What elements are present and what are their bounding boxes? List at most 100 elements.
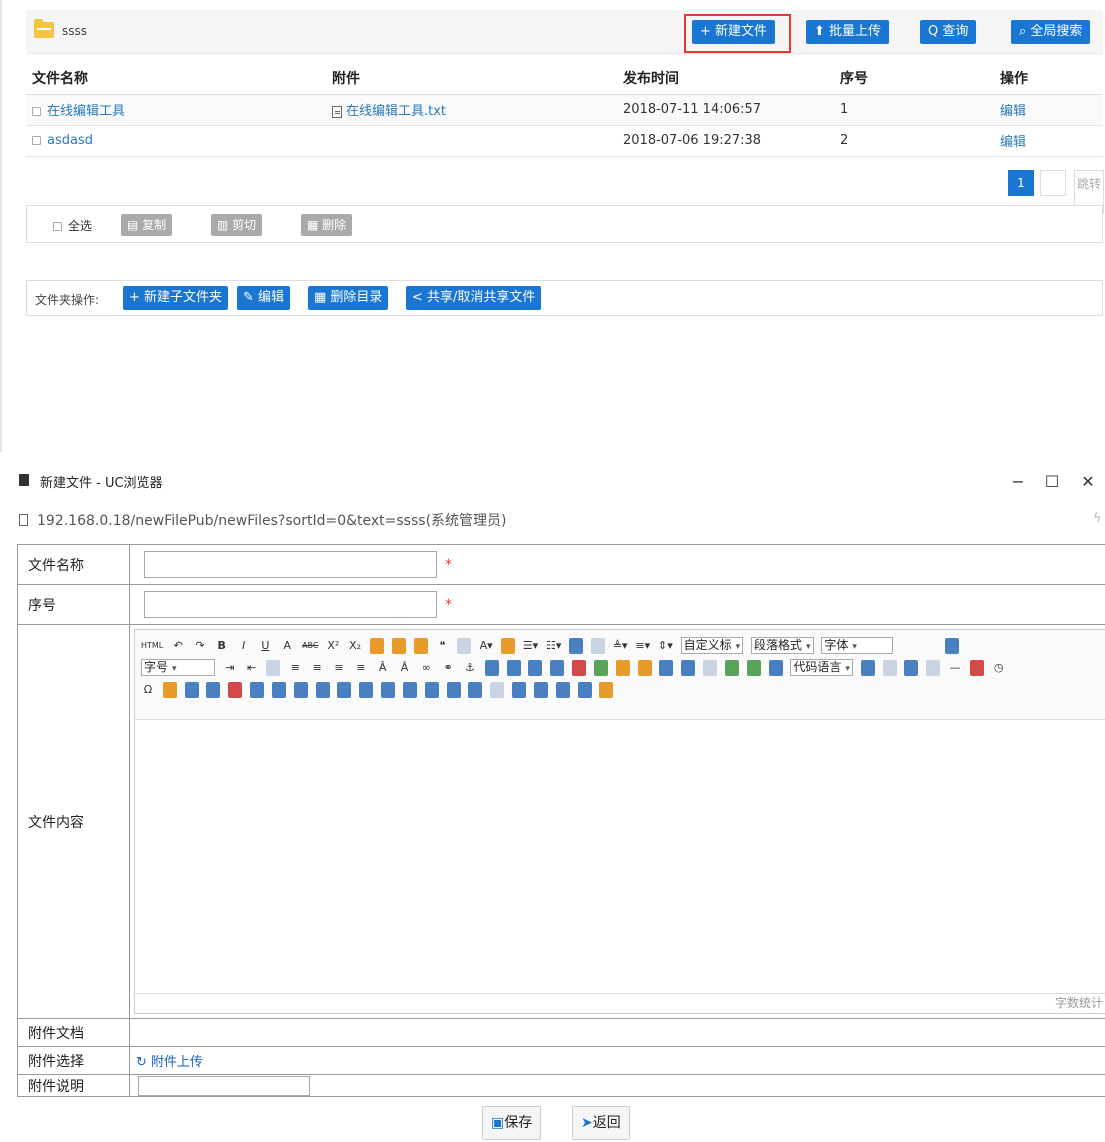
autotypeset-icon[interactable] — [599, 681, 614, 698]
horizontal-rule-icon[interactable] — [926, 659, 941, 676]
search-replace-icon[interactable] — [533, 681, 548, 698]
indent-icon[interactable] — [266, 659, 281, 676]
anchor-icon[interactable]: ⚓ — [463, 660, 477, 676]
maximize-icon[interactable]: ☐ — [1038, 468, 1066, 496]
template-icon[interactable] — [904, 659, 919, 676]
merge-cells-icon[interactable] — [359, 681, 374, 698]
edit-link[interactable]: 编辑 — [1000, 135, 1026, 150]
address-bar[interactable]: 192.168.0.18/newFilePub/newFiles?sortId=… — [0, 502, 1105, 536]
italic-icon[interactable]: I — [237, 638, 251, 654]
row-spacing-bottom-icon[interactable]: ≡▾ — [635, 638, 650, 654]
select-all[interactable]: 全选 — [53, 217, 92, 234]
code-language-select[interactable]: 代码语言 — [790, 659, 853, 676]
delete-col-icon[interactable] — [337, 681, 352, 698]
share-button[interactable]: < 共享/取消共享文件 — [406, 286, 542, 310]
line-height-icon[interactable]: ⇕▾ — [658, 638, 673, 654]
align-justify-icon[interactable]: ≡ — [354, 660, 368, 676]
map-icon[interactable] — [724, 659, 739, 676]
split-rows-icon[interactable] — [446, 681, 461, 698]
unlink-icon[interactable]: ⚭ — [441, 660, 455, 676]
format-brush-icon[interactable] — [391, 637, 406, 654]
merge-down-icon[interactable] — [402, 681, 417, 698]
new-file-button[interactable]: + 新建文件 — [692, 20, 776, 44]
preview-icon[interactable] — [184, 681, 199, 698]
paste-text-icon[interactable] — [457, 637, 472, 654]
drafts-icon[interactable] — [555, 681, 570, 698]
global-search-button[interactable]: ⌕ 全局搜索 — [1011, 20, 1091, 44]
simple-upload-icon[interactable] — [572, 659, 587, 676]
attachment-link[interactable]: 在线编辑工具.txt — [346, 104, 446, 119]
merge-right-icon[interactable] — [381, 681, 396, 698]
gmap-icon[interactable] — [746, 659, 761, 676]
file-name-input[interactable] — [144, 551, 437, 578]
align-right-icon[interactable]: ≡ — [332, 660, 346, 676]
lowercase-icon[interactable]: Ȃ — [397, 660, 411, 676]
insert-frame-icon[interactable] — [768, 659, 783, 676]
ltr-icon[interactable]: ⇥ — [223, 660, 237, 676]
font-family-select[interactable]: 字体 — [821, 637, 894, 654]
strikethrough-icon[interactable]: ABC — [302, 638, 318, 654]
image-none-icon[interactable] — [484, 659, 499, 676]
image-center-icon[interactable] — [550, 659, 565, 676]
unordered-list-icon[interactable]: ☷▾ — [546, 638, 561, 654]
split-cols-icon[interactable] — [468, 681, 483, 698]
custom-title-select[interactable]: 自定义标 — [680, 637, 744, 654]
insert-col-icon[interactable] — [315, 681, 330, 698]
image-right-icon[interactable] — [528, 659, 543, 676]
edit-link[interactable]: 编辑 — [1000, 104, 1026, 119]
border-text-icon[interactable]: A — [280, 638, 294, 654]
time-icon[interactable]: ◷ — [992, 660, 1006, 676]
page-input[interactable] — [1040, 170, 1066, 196]
image-left-icon[interactable] — [506, 659, 521, 676]
fullscreen-icon[interactable] — [945, 637, 960, 654]
attach-note-input[interactable] — [138, 1075, 310, 1096]
font-size-select[interactable]: 字号 — [141, 659, 215, 676]
subscript-icon[interactable]: X₂ — [348, 638, 362, 654]
underline-icon[interactable]: U — [258, 638, 272, 654]
html-source-icon[interactable]: HTML — [141, 638, 163, 654]
clear-doc-icon[interactable] — [591, 637, 606, 654]
rtl-icon[interactable]: ⇤ — [245, 660, 259, 676]
special-chars-icon[interactable]: Ω — [141, 682, 155, 698]
select-all-icon[interactable] — [569, 637, 584, 654]
row-checkbox[interactable] — [32, 107, 41, 116]
batch-upload-button[interactable]: ⬆ 批量上传 — [806, 20, 890, 44]
new-subfolder-button[interactable]: + 新建子文件夹 — [123, 286, 229, 310]
align-center-icon[interactable]: ≡ — [310, 660, 324, 676]
delete-dir-button[interactable]: ▦ 删除目录 — [308, 286, 389, 310]
back-button[interactable]: ➤返回 — [572, 1106, 630, 1140]
select-all-checkbox[interactable] — [53, 222, 62, 231]
seq-input[interactable] — [144, 591, 437, 618]
copy-button[interactable]: ▤ 复制 — [121, 214, 173, 236]
row-spacing-top-icon[interactable]: ≜▾ — [613, 638, 628, 654]
attach-upload-link[interactable]: 附件上传 — [136, 1055, 203, 1070]
link-icon[interactable]: ∞ — [419, 660, 433, 676]
close-icon[interactable]: ✕ — [1074, 468, 1102, 496]
file-link[interactable]: 在线编辑工具 — [47, 104, 125, 119]
undo-icon[interactable]: ↶ — [171, 638, 185, 654]
uppercase-icon[interactable]: Â — [376, 660, 390, 676]
delete-row-icon[interactable] — [293, 681, 308, 698]
editor-content-area[interactable] — [135, 720, 1105, 993]
highlight-color-icon[interactable] — [500, 637, 515, 654]
insert-table-icon[interactable] — [206, 681, 221, 698]
auto-format-icon[interactable] — [413, 637, 428, 654]
ordered-list-icon[interactable]: ☰▾ — [523, 638, 538, 654]
separator-icon[interactable]: — — [948, 660, 962, 676]
background-icon[interactable] — [882, 659, 897, 676]
insert-image-icon[interactable] — [593, 659, 608, 676]
page-break-icon[interactable] — [860, 659, 875, 676]
minimize-icon[interactable]: − — [1004, 468, 1032, 496]
file-link[interactable]: asdasd — [47, 133, 93, 148]
save-button[interactable]: ▣保存 — [482, 1106, 542, 1140]
cut-button[interactable]: ▥ 剪切 — [211, 214, 263, 236]
url-text[interactable]: 192.168.0.18/newFilePub/newFiles?sortId=… — [37, 510, 507, 530]
insert-row-icon[interactable] — [271, 681, 286, 698]
font-color-icon[interactable]: A▾ — [479, 638, 493, 654]
print-icon[interactable] — [512, 681, 527, 698]
attachment-icon[interactable] — [703, 659, 718, 676]
insert-paragraph-icon[interactable] — [250, 681, 265, 698]
query-button[interactable]: Q 查询 — [920, 20, 977, 44]
eraser-icon[interactable] — [369, 637, 384, 654]
paragraph-format-select[interactable]: 段落格式 — [750, 637, 814, 654]
